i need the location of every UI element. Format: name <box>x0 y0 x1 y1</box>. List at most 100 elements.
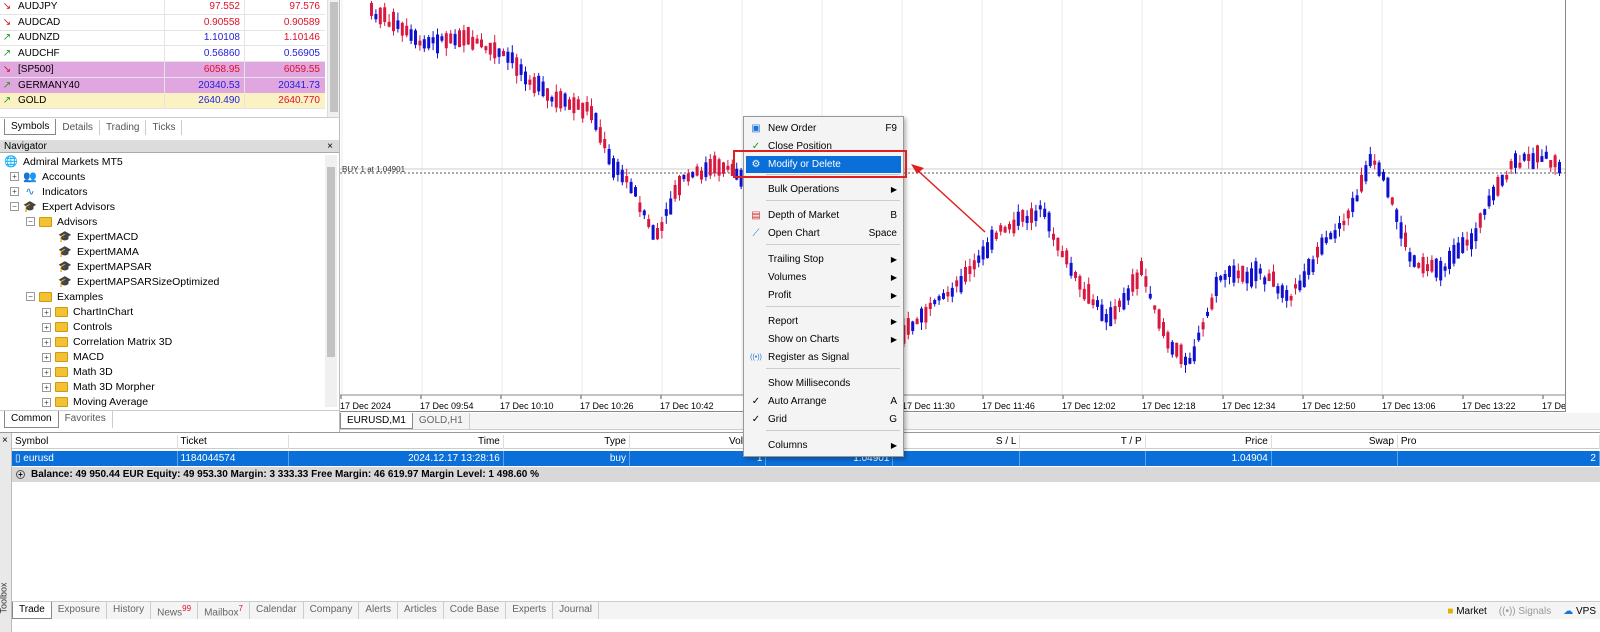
tree-item[interactable]: 🎓 ExpertMAPSARSizeOptimized <box>58 274 219 289</box>
tree-item[interactable]: 🎓 ExpertMAPSAR <box>58 259 152 274</box>
tab-alerts[interactable]: Alerts <box>359 602 398 619</box>
list-item[interactable]: ↗ AUDNZD 1.10108 1.10146 <box>0 30 325 47</box>
list-item[interactable]: ↘ [SP500] 6058.95 6059.55 <box>0 61 325 78</box>
list-item[interactable]: ↗ AUDCHF 0.56860 0.56905 <box>0 46 325 63</box>
tab-mailbox[interactable]: Mailbox7 <box>198 602 250 619</box>
menu-item-report[interactable]: Report ▶ <box>746 313 901 330</box>
price-chart[interactable]: BUY 1 at 1.04901 17 Dec 2024 17 Dec 09:54 1… <box>340 0 1565 412</box>
menu-item-auto-arrange[interactable]: ✓ Auto Arrange A <box>746 393 901 410</box>
list-item[interactable]: ↗ GERMANY40 20340.53 20341.73 <box>0 77 325 94</box>
column-header[interactable]: Pro <box>1398 435 1600 449</box>
menu-item-bulk-operations[interactable]: Bulk Operations ▶ <box>746 181 901 198</box>
tab-experts[interactable]: Experts <box>506 602 554 619</box>
candle-body <box>678 175 681 196</box>
price-scale[interactable] <box>1565 0 1600 412</box>
list-item[interactable]: ↘ AUDCAD 0.90558 0.90589 <box>0 14 325 31</box>
tree-item[interactable]: + 👥 Accounts <box>10 169 85 184</box>
menu-item-volumes[interactable]: Volumes ▶ <box>746 269 901 286</box>
tree-item[interactable]: + Math 3D Morpher <box>42 380 155 395</box>
column-header[interactable]: Type <box>504 435 630 449</box>
expand-icon[interactable]: + <box>42 367 51 377</box>
candle-body <box>1016 211 1020 226</box>
menu-item-show-milliseconds[interactable]: Show Milliseconds <box>746 375 901 392</box>
tree-item[interactable]: 🎓 ExpertMAMA <box>58 244 139 259</box>
list-item[interactable]: ↘ AUDJPY 97.552 97.576 <box>0 0 325 15</box>
signals-button[interactable]: ((•)) Signals <box>1499 606 1551 617</box>
expand-icon[interactable]: + <box>42 382 51 392</box>
market-watch-scrollbar[interactable] <box>327 0 339 118</box>
expand-icon[interactable]: + <box>42 322 51 332</box>
menu-item-show-on-charts[interactable]: Show on Charts ▶ <box>746 331 901 348</box>
toolbox-title: Toolbox <box>0 582 9 614</box>
tab-gold-h1[interactable]: GOLD,H1 <box>413 413 470 429</box>
collapse-icon[interactable]: − <box>26 292 35 302</box>
expand-icon[interactable]: + <box>42 337 51 347</box>
tree-item[interactable]: + ∿ Indicators <box>10 184 88 199</box>
tab-history[interactable]: History <box>107 602 152 619</box>
column-header[interactable]: S / L <box>893 435 1021 449</box>
expand-icon[interactable]: + <box>16 469 25 479</box>
tab-company[interactable]: Company <box>304 602 360 619</box>
column-header[interactable]: Price <box>1146 435 1272 449</box>
close-icon[interactable]: × <box>2 435 8 446</box>
tab-journal[interactable]: Journal <box>553 602 599 619</box>
menu-item-new-order[interactable]: ▣ New Order F9 <box>746 120 901 137</box>
menu-item-register-as-signal[interactable]: ((•)) Register as Signal <box>746 349 901 366</box>
tab-trading[interactable]: Trading <box>100 120 147 135</box>
candle-body <box>911 321 915 332</box>
expand-icon[interactable]: + <box>42 307 51 317</box>
expand-icon[interactable]: + <box>42 397 51 407</box>
column-header[interactable]: Swap <box>1272 435 1398 449</box>
tree-item[interactable]: − 🎓 Expert Advisors <box>10 199 115 214</box>
tree-item[interactable]: + ChartInChart <box>42 305 133 320</box>
menu-item-profit[interactable]: Profit ▶ <box>746 287 901 304</box>
column-header[interactable]: T / P <box>1020 435 1146 449</box>
tree-item[interactable]: + Controls <box>42 320 112 335</box>
tab-favorites[interactable]: Favorites <box>59 411 113 428</box>
tab-articles[interactable]: Articles <box>398 602 444 619</box>
candle-body <box>1272 271 1275 287</box>
folder-icon <box>55 367 68 378</box>
candle-body <box>1492 186 1495 201</box>
expand-icon[interactable]: + <box>10 172 19 182</box>
tab-news[interactable]: News99 <box>151 602 199 619</box>
tree-item[interactable]: 🎓 ExpertMACD <box>58 229 138 244</box>
collapse-icon[interactable]: − <box>10 202 19 212</box>
tab-symbols[interactable]: Symbols <box>4 119 57 135</box>
menu-item-grid[interactable]: ✓ Grid G <box>746 411 901 428</box>
tab-common[interactable]: Common <box>4 411 59 428</box>
column-header[interactable]: Time <box>289 435 504 449</box>
column-header[interactable]: Ticket <box>178 435 289 449</box>
tab-eurusd-m1[interactable]: EURUSD,M1 <box>340 413 413 429</box>
expand-icon[interactable]: + <box>42 352 51 362</box>
tree-item[interactable]: − Advisors <box>26 214 97 229</box>
menu-item-depth-of-market[interactable]: ▤ Depth of Market B <box>746 207 901 224</box>
column-header[interactable]: Symbol <box>12 435 178 449</box>
menu-item-label: Profit <box>768 290 792 301</box>
list-item[interactable]: ↗ GOLD 2640.490 2640.770 <box>0 93 325 110</box>
tab-ticks[interactable]: Ticks <box>146 120 183 135</box>
candlestick-chart[interactable]: BUY 1 at 1.04901 17 Dec 2024 17 Dec 09:54 1… <box>340 0 1565 412</box>
collapse-icon[interactable]: − <box>26 217 35 227</box>
tree-item[interactable]: 🌐 Admiral Markets MT5 <box>4 154 123 169</box>
tree-item[interactable]: + Math 3D <box>42 365 113 380</box>
candle-body <box>1360 174 1363 192</box>
candle-body <box>1034 210 1038 221</box>
tree-item[interactable]: − Examples <box>26 289 103 304</box>
tab-details[interactable]: Details <box>56 120 100 135</box>
tree-item[interactable]: + MACD <box>42 350 104 365</box>
tree-item[interactable]: + Correlation Matrix 3D <box>42 335 172 350</box>
menu-item-trailing-stop[interactable]: Trailing Stop ▶ <box>746 251 901 268</box>
market-button[interactable]: ■ Market <box>1447 606 1486 617</box>
tab-exposure[interactable]: Exposure <box>52 602 108 619</box>
close-icon[interactable]: × <box>327 140 333 153</box>
vps-button[interactable]: ☁ VPS <box>1563 606 1596 617</box>
tree-item[interactable]: + Moving Average <box>42 395 148 410</box>
menu-item-open-chart[interactable]: ⟋ Open Chart Space <box>746 225 901 242</box>
tab-calendar[interactable]: Calendar <box>250 602 304 619</box>
menu-item-columns[interactable]: Columns ▶ <box>746 437 901 454</box>
expand-icon[interactable]: + <box>10 187 19 197</box>
tab-code-base[interactable]: Code Base <box>444 602 507 619</box>
tab-trade[interactable]: Trade <box>12 602 52 619</box>
navigator-scrollbar[interactable] <box>325 155 337 407</box>
